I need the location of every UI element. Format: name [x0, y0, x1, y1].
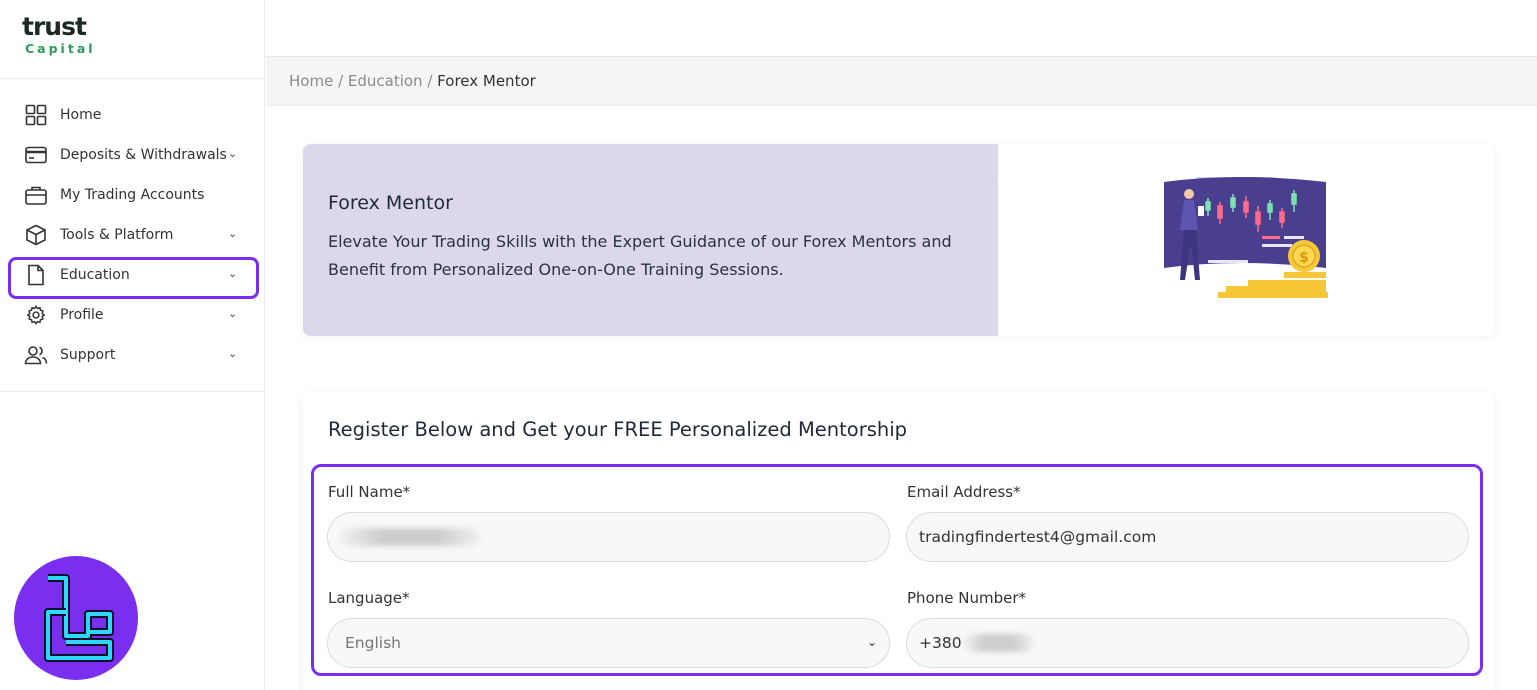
sidebar-item-label: Deposits & Withdrawals [60, 147, 227, 163]
redacted-name [340, 528, 480, 546]
chevron-down-icon: ⌄ [228, 227, 238, 240]
gear-icon [24, 303, 48, 327]
sidebar-item-tools-platform[interactable]: Tools & Platform ⌄ [0, 215, 265, 255]
sidebar: trust Capital Home Deposits & Withdrawal… [0, 0, 265, 690]
language-label: Language* [328, 589, 410, 607]
phone-number-field[interactable]: +380 [906, 618, 1469, 668]
language-selected-value: English [345, 634, 401, 652]
forex-mentor-banner: Forex Mentor Elevate Your Trading Skills… [303, 144, 1494, 336]
banner-title: Forex Mentor [328, 192, 453, 214]
credit-card-icon [24, 143, 48, 167]
email-label: Email Address* [907, 483, 1021, 501]
logo-subtitle: Capital [25, 41, 96, 56]
email-value: tradingfindertest4@gmail.com [919, 528, 1157, 546]
phone-prefix: +380 [919, 634, 962, 652]
logo-wordmark: trust [22, 12, 87, 41]
full-name-label: Full Name* [328, 483, 411, 501]
sidebar-item-label: My Trading Accounts [60, 187, 205, 203]
chevron-down-icon: ⌄ [228, 307, 238, 320]
chevron-down-icon: ⌄ [228, 147, 238, 160]
sidebar-item-home[interactable]: Home [0, 95, 265, 135]
chevron-down-icon: ⌄ [228, 267, 238, 280]
breadcrumb-separator: / [333, 72, 348, 90]
breadcrumb-education-link[interactable]: Education [348, 72, 423, 90]
svg-text:$: $ [1299, 250, 1309, 266]
users-icon [24, 343, 48, 367]
form-title: Register Below and Get your FREE Persona… [328, 418, 908, 441]
email-field[interactable]: tradingfindertest4@gmail.com [906, 512, 1469, 562]
sidebar-item-education[interactable]: Education ⌄ [0, 255, 265, 299]
box-icon [24, 223, 48, 247]
sidebar-divider [0, 78, 265, 79]
sidebar-item-profile[interactable]: Profile ⌄ [0, 295, 265, 335]
top-header [266, 0, 1537, 57]
sidebar-item-deposits-withdrawals[interactable]: Deposits & Withdrawals ⌄ [0, 135, 265, 175]
breadcrumb: Home / Education / Forex Mentor [266, 57, 1537, 106]
trust-capital-logo[interactable]: trust Capital [22, 12, 132, 64]
language-select[interactable]: English ⌄ [327, 618, 890, 668]
breadcrumb-home-link[interactable]: Home [289, 72, 333, 90]
trader-chart-illustration: $ [1164, 177, 1328, 298]
sidebar-item-label: Home [60, 107, 102, 123]
sidebar-item-label: Tools & Platform [60, 227, 174, 243]
briefcase-icon [24, 183, 48, 207]
sidebar-item-label: Education [60, 267, 130, 283]
chevron-down-icon: ⌄ [866, 635, 877, 649]
document-icon [24, 263, 48, 287]
mentorship-register-form: Register Below and Get your FREE Persona… [303, 392, 1494, 690]
sidebar-item-label: Support [60, 347, 116, 363]
banner-description: Elevate Your Trading Skills with the Exp… [328, 232, 952, 279]
grid-icon [24, 103, 48, 127]
full-name-input[interactable] [327, 512, 890, 562]
phone-label: Phone Number* [907, 589, 1026, 607]
redacted-phone [963, 634, 1034, 652]
tradingfinder-watermark-logo [14, 556, 138, 680]
breadcrumb-current: Forex Mentor [437, 72, 536, 90]
sidebar-item-support[interactable]: Support ⌄ [0, 335, 265, 375]
sidebar-item-label: Profile [60, 307, 104, 323]
sidebar-nav: Home Deposits & Withdrawals ⌄ My Trading… [0, 95, 265, 375]
chevron-down-icon: ⌄ [228, 347, 238, 360]
breadcrumb-separator: / [422, 72, 438, 90]
sidebar-divider [0, 391, 265, 392]
sidebar-item-my-trading-accounts[interactable]: My Trading Accounts [0, 175, 265, 215]
